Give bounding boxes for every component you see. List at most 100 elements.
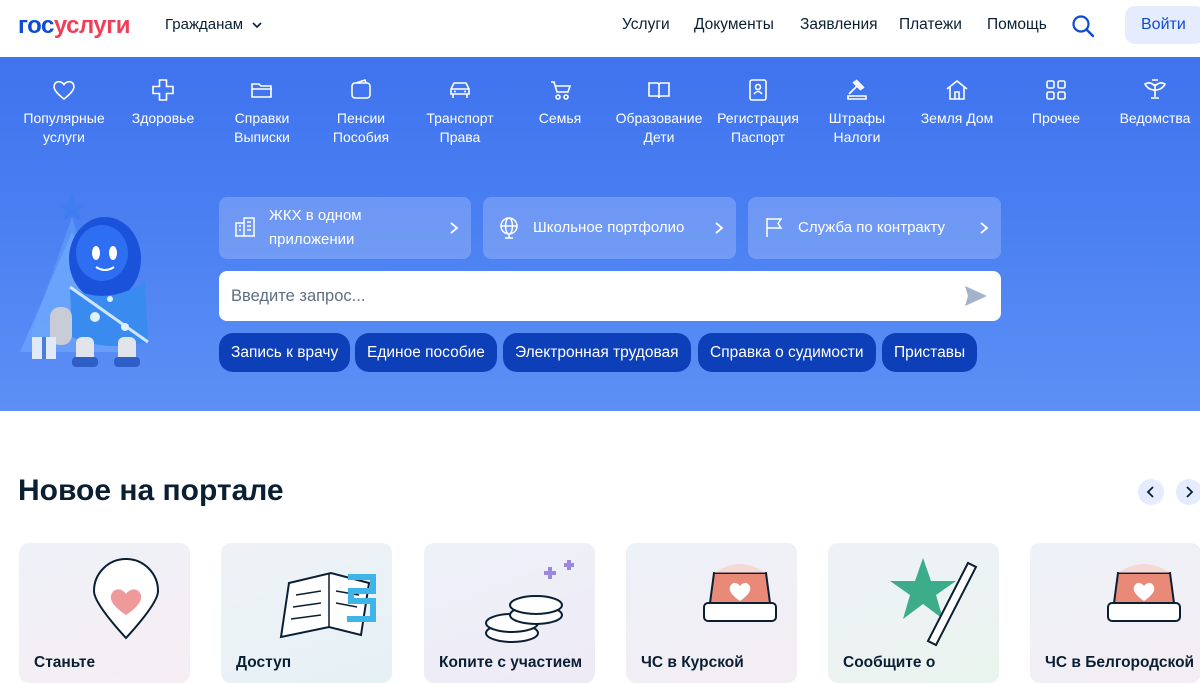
news-card-kursk[interactable]: ЧС в Курской	[626, 543, 797, 683]
nav-services[interactable]: Услуги	[622, 16, 670, 34]
top-header: госуслуги Гражданам Услуги Документы Зая…	[0, 0, 1200, 57]
mascot-robot-illustration	[20, 195, 149, 367]
category-family[interactable]: Семья	[510, 77, 610, 128]
category-departments[interactable]: Ведомства	[1105, 77, 1200, 128]
nav-applications[interactable]: Заявления	[800, 16, 878, 34]
category-popular[interactable]: Популярные услуги	[14, 77, 114, 147]
logo-part-uslugi: услуги	[53, 12, 131, 39]
category-label: Семья	[538, 110, 582, 126]
category-label: Ведомства	[1119, 110, 1191, 126]
category-label: Земля Дом	[920, 110, 994, 126]
carousel-next-button[interactable]	[1176, 479, 1200, 505]
category-sublabel: Дети	[643, 129, 675, 145]
alarm-beacon-icon	[703, 564, 777, 622]
promo-school-portfolio[interactable]: Школьное портфолио	[483, 197, 736, 259]
nav-payments[interactable]: Платежи	[899, 16, 962, 34]
chevron-down-icon	[252, 21, 262, 28]
nav-documents[interactable]: Документы	[694, 16, 774, 34]
chevron-left-icon	[1146, 486, 1154, 498]
search-icon[interactable]	[1070, 13, 1096, 39]
news-card-donor[interactable]: Станьте	[19, 543, 190, 683]
alarm-beacon-icon	[1107, 564, 1181, 622]
chip-doctor-appointment[interactable]: Запись к врачу	[219, 333, 351, 372]
nav-help[interactable]: Помощь	[987, 16, 1047, 34]
category-health[interactable]: Здоровье	[113, 77, 213, 128]
gavel-icon	[844, 77, 870, 103]
category-bar: Популярные услуги Здоровье Справки Выписки…	[0, 77, 1200, 157]
heart-icon	[51, 77, 77, 103]
logo-part-gos: гос	[18, 12, 54, 39]
category-land-house[interactable]: Земля Дом	[907, 77, 1007, 128]
news-card-access[interactable]: Доступ	[221, 543, 392, 683]
category-registration[interactable]: Регистрация Паспорт	[708, 77, 808, 147]
news-card-title: Сообщите о	[843, 654, 936, 671]
promo-zhkh-app[interactable]: ЖКХ в одном приложении	[219, 197, 471, 259]
news-card-title: ЧС в Белгородской	[1045, 654, 1195, 671]
category-label: Справки	[234, 110, 290, 126]
audience-label: Гражданам	[165, 16, 244, 33]
category-label: Здоровье	[131, 110, 195, 126]
category-education[interactable]: Образование Дети	[609, 77, 709, 147]
category-sublabel: Пособия	[332, 129, 390, 145]
category-pensions[interactable]: Пенсии Пособия	[311, 77, 411, 147]
news-card-title: Копите с участием	[439, 654, 583, 671]
book-icon	[646, 77, 672, 103]
category-label: Транспорт	[426, 110, 494, 126]
send-arrow-icon[interactable]	[963, 284, 989, 308]
carousel-prev-button[interactable]	[1138, 479, 1164, 505]
flag-icon	[766, 218, 783, 237]
category-sublabel: услуги	[43, 129, 85, 145]
category-label: Прочее	[1031, 110, 1081, 126]
category-other[interactable]: Прочее	[1006, 77, 1106, 128]
house-icon	[944, 77, 970, 103]
gradebook-icon	[279, 571, 376, 639]
category-label: Пенсии	[336, 110, 386, 126]
car-icon	[447, 77, 473, 103]
news-card-savings[interactable]: Копите с участием	[424, 543, 595, 683]
gosuslugi-logo[interactable]: госуслуги	[18, 12, 131, 40]
globe-icon	[500, 217, 518, 239]
search-input[interactable]	[231, 271, 951, 321]
search-box[interactable]	[219, 271, 1001, 321]
category-transport[interactable]: Транспорт Права	[410, 77, 510, 147]
stroller-icon	[547, 77, 573, 103]
news-card-report[interactable]: Сообщите о	[828, 543, 999, 683]
passport-icon	[745, 77, 771, 103]
promo-label: ЖКХ в одном приложении	[269, 207, 362, 248]
news-card-title: Доступ	[236, 654, 292, 671]
news-card-belgorod[interactable]: ЧС в Белгородской	[1030, 543, 1200, 683]
chip-bailiffs[interactable]: Приставы	[882, 333, 978, 372]
chip-unified-benefit[interactable]: Единое пособие	[355, 333, 497, 372]
audience-dropdown[interactable]: Гражданам	[165, 16, 263, 33]
category-sublabel: Налоги	[833, 129, 881, 145]
promo-contract-service[interactable]: Служба по контракту	[748, 197, 1001, 259]
chevron-right-icon	[980, 222, 989, 234]
folder-icon	[249, 77, 275, 103]
chevron-right-icon	[450, 222, 459, 234]
wallet-icon	[348, 77, 374, 103]
category-label: Образование	[615, 110, 703, 126]
chip-electronic-workbook[interactable]: Электронная трудовая	[503, 333, 691, 372]
category-sublabel: Выписки	[234, 129, 290, 145]
category-sublabel: Паспорт	[730, 129, 786, 145]
chevron-right-icon	[715, 222, 724, 234]
news-section-title: Новое на портале	[18, 474, 284, 507]
category-fines[interactable]: Штрафы Налоги	[807, 77, 907, 147]
category-label: Популярные	[23, 110, 105, 126]
promo-label: Школьное портфолио	[533, 219, 685, 236]
chip-criminal-record[interactable]: Справка о судимости	[698, 333, 876, 372]
news-card-title: Станьте	[34, 654, 96, 671]
login-button[interactable]: Войти	[1125, 6, 1200, 44]
heart-pin-icon	[92, 558, 160, 640]
building-icon	[235, 217, 255, 237]
star-pen-icon	[890, 558, 978, 647]
coins-icon	[485, 560, 574, 643]
category-certificates[interactable]: Справки Выписки	[212, 77, 312, 147]
promo-label: Служба по контракту	[798, 219, 946, 236]
grid-icon	[1043, 77, 1069, 103]
category-sublabel: Права	[439, 129, 481, 145]
eagle-icon	[1142, 77, 1168, 103]
hero-banner: Популярные услуги Здоровье Справки Выписки…	[0, 57, 1200, 411]
plus-cross-icon	[150, 77, 176, 103]
category-label: Штрафы	[828, 110, 886, 126]
